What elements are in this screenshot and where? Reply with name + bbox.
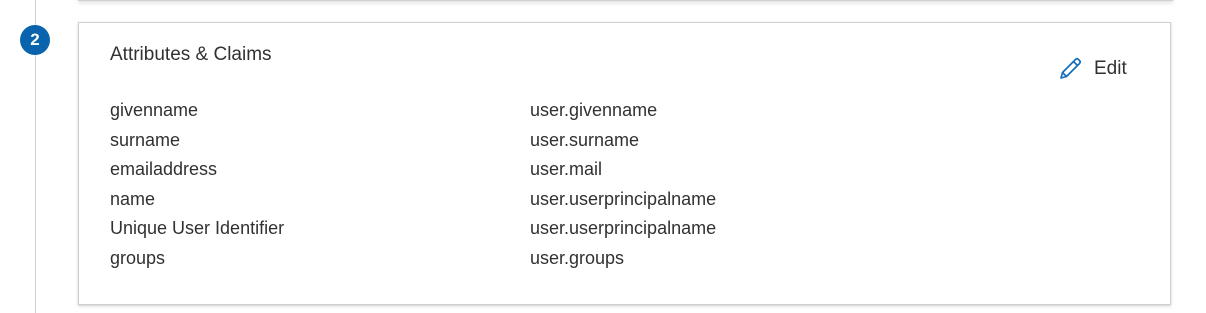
claim-name: name: [110, 188, 156, 209]
pencil-icon: [1057, 56, 1083, 82]
claim-value: user.givenname: [530, 100, 658, 120]
claim-name: groups: [110, 247, 166, 268]
sso-configuration-step: 2 Attributes & Claims Edit givenname use…: [0, 0, 1206, 313]
claim-value: user.userprincipalname: [530, 188, 717, 209]
claim-value: user.surname: [530, 129, 640, 150]
previous-section-card: [78, 0, 1173, 1]
edit-button[interactable]: Edit: [1057, 55, 1127, 83]
claim-value: user.mail: [530, 159, 603, 179]
card-title: Attributes & Claims: [110, 44, 272, 65]
step-number: 2: [30, 30, 40, 49]
claim-name: emailaddress: [110, 159, 218, 179]
edit-label: Edit: [1094, 58, 1127, 79]
claim-value: user.groups: [530, 247, 625, 268]
step-number-badge: 2: [20, 25, 50, 55]
attributes-claims-card: Attributes & Claims Edit givenname user.…: [78, 22, 1171, 305]
claim-name: surname: [110, 129, 181, 150]
claim-name: Unique User Identifier: [110, 218, 285, 238]
claim-name: givenname: [110, 100, 199, 120]
claim-value: user.userprincipalname: [530, 218, 717, 238]
